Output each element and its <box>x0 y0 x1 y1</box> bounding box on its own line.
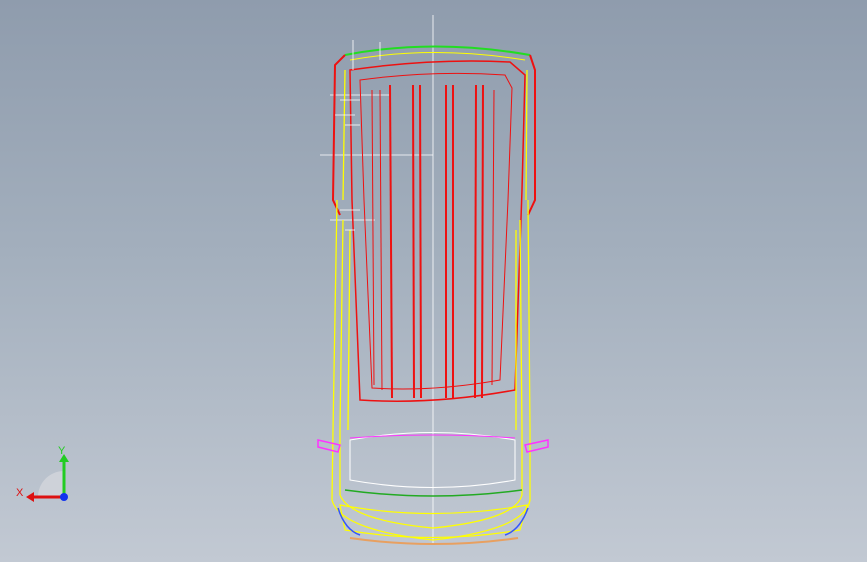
roof-front-edge-inner <box>349 52 526 61</box>
roof-inner-outline <box>359 72 513 390</box>
body-outline-right <box>527 54 536 216</box>
vehicle-wireframe-model[interactable] <box>0 0 867 562</box>
coordinate-triad: X Y <box>16 445 69 502</box>
front-orange-edge <box>349 537 519 545</box>
left-mirror <box>317 439 341 453</box>
cowl-green-line <box>344 489 523 497</box>
roof-panel-outline <box>349 60 526 402</box>
triad-x-arrow-icon <box>26 492 34 502</box>
bumper-outline <box>339 504 528 539</box>
triad-y-label: Y <box>58 445 66 457</box>
windshield-outline <box>349 432 516 488</box>
roof-front-edge <box>344 45 531 56</box>
roof-ribs <box>389 84 484 399</box>
right-mirror <box>524 439 549 453</box>
triad-quarter-disc <box>38 471 64 497</box>
cad-viewport[interactable]: X Y <box>0 0 867 562</box>
hood-line <box>349 434 516 439</box>
triad-x-label: X <box>16 487 24 499</box>
triad-z-axis-dot <box>60 493 68 501</box>
